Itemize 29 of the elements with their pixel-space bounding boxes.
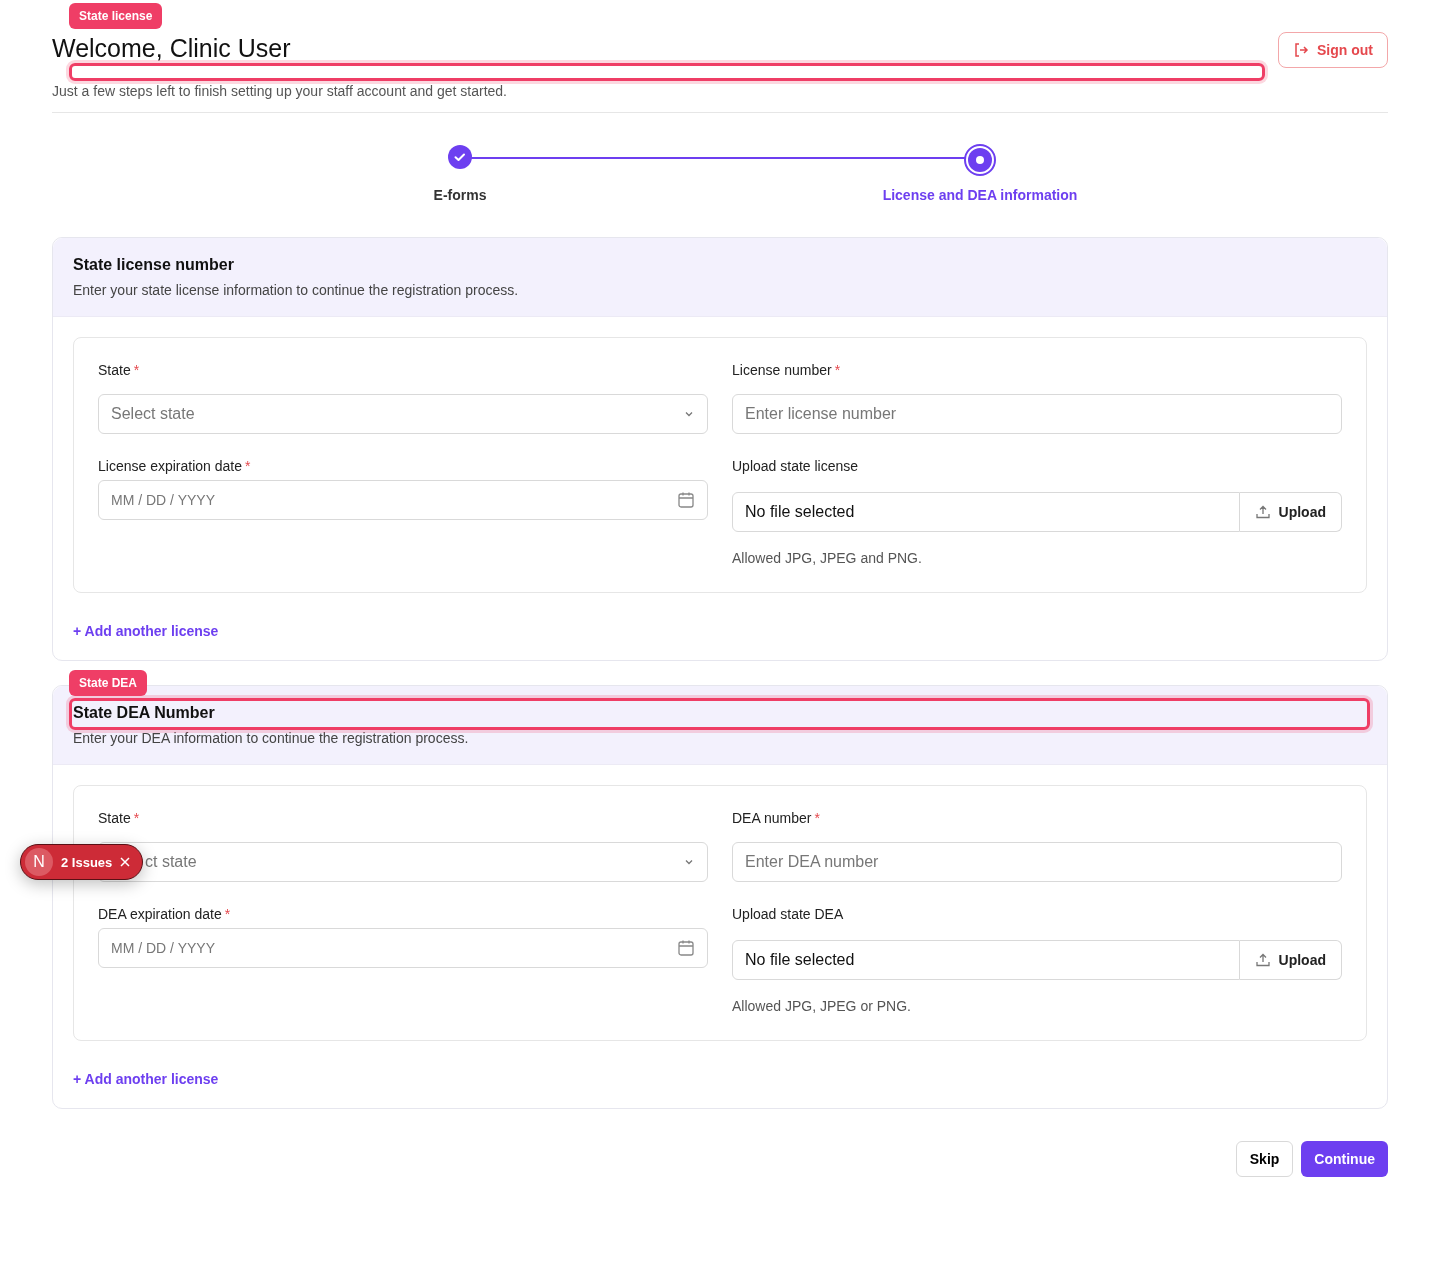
step-label: License and DEA information xyxy=(882,187,1078,203)
file-name-field: No file selected xyxy=(732,492,1240,532)
file-hint: Allowed JPG, JPEG or PNG. xyxy=(732,998,912,1014)
section-title: State license number xyxy=(73,256,234,274)
field-label: Upload state DEA xyxy=(732,906,844,922)
file-name-field: No file selected xyxy=(732,940,1240,980)
required-mark: * xyxy=(224,906,231,922)
required-mark: * xyxy=(245,458,251,474)
section-description: Enter your state license information to continue the registration process. xyxy=(73,282,520,298)
field-label: State xyxy=(98,810,131,826)
step-label: E-forms xyxy=(433,187,487,203)
logo-letter: N xyxy=(25,848,53,876)
field-label: DEA number xyxy=(732,810,812,826)
section-description: Enter your DEA information to continue the registration process. xyxy=(73,730,470,746)
section-title: State DEA Number xyxy=(73,704,215,722)
field-label: License expiration date xyxy=(98,458,242,474)
required-mark: * xyxy=(834,362,841,378)
file-hint: Allowed JPG, JPEG and PNG. xyxy=(732,550,923,566)
page-subtitle: Just a few steps left to finish setting up your staff account and get started. xyxy=(52,83,507,99)
field-label: State xyxy=(98,362,131,378)
required-mark: * xyxy=(814,810,820,826)
required-mark: * xyxy=(133,810,140,826)
highlight-tag: State DEA xyxy=(69,670,147,696)
field-label: DEA expiration date xyxy=(98,906,222,922)
page-title: Welcome, Clinic User xyxy=(52,34,292,63)
field-label: License number xyxy=(732,362,832,378)
field-label: Upload state license xyxy=(732,458,859,474)
highlight-tag: State license xyxy=(69,3,163,29)
required-mark: * xyxy=(133,362,140,378)
